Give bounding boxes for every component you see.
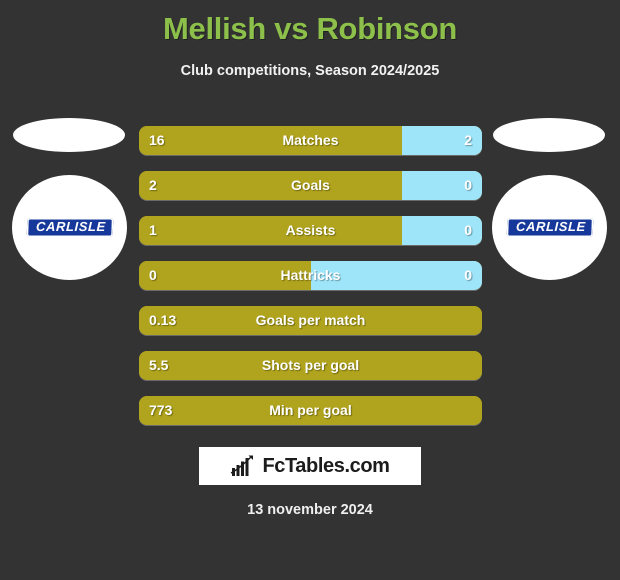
stat-comparison-page: Mellish vs Robinson Club competitions, S… [0,0,620,580]
page-subtitle: Club competitions, Season 2024/2025 [180,63,440,79]
stat-row: 0.13 Goals per match [139,306,482,335]
team-crest-left: CARLISLE [12,175,127,280]
badge-ellipse-top-right [493,118,605,152]
stat-row: 1 Assists 0 [139,216,482,245]
team-badge-left: CARLISLE [10,118,130,288]
fctables-brand[interactable]: FcTables.com [199,447,421,485]
stat-label: Min per goal [269,402,352,418]
badge-ellipse-top-left [13,118,125,152]
stat-row: 16 Matches 2 [139,126,482,155]
stat-label: Goals per match [255,312,366,328]
bar-chart-growth-icon [231,455,254,476]
stat-row: 0 Hattricks 0 [139,261,482,290]
away-value: 0 [464,267,472,283]
stat-row: 773 Min per goal [139,396,482,425]
stat-rows: 16 Matches 2 2 Goals 0 1 Assists 0 0 Hattricks 0 0.1… [139,126,482,441]
team-badge-right: CARLISLE [490,118,610,288]
team-crest-right: CARLISLE [492,175,607,280]
stat-label: Goals [291,177,330,193]
stat-label: Hattricks [280,267,341,283]
fctables-brand-text: FcTables.com [262,454,390,477]
stat-label: Shots per goal [261,357,360,373]
page-title: Mellish vs Robinson [162,11,457,46]
carlisle-logo-right: CARLISLE [506,218,593,237]
stat-row: 2 Goals 0 [139,171,482,200]
report-date: 13 november 2024 [247,502,373,518]
stat-label: Matches [282,132,339,148]
away-value: 2 [464,132,472,148]
away-value: 0 [464,222,472,238]
stat-row: 5.5 Shots per goal [139,351,482,380]
away-value: 0 [464,177,472,193]
carlisle-logo-left: CARLISLE [26,218,113,237]
stat-label: Assists [285,222,336,238]
